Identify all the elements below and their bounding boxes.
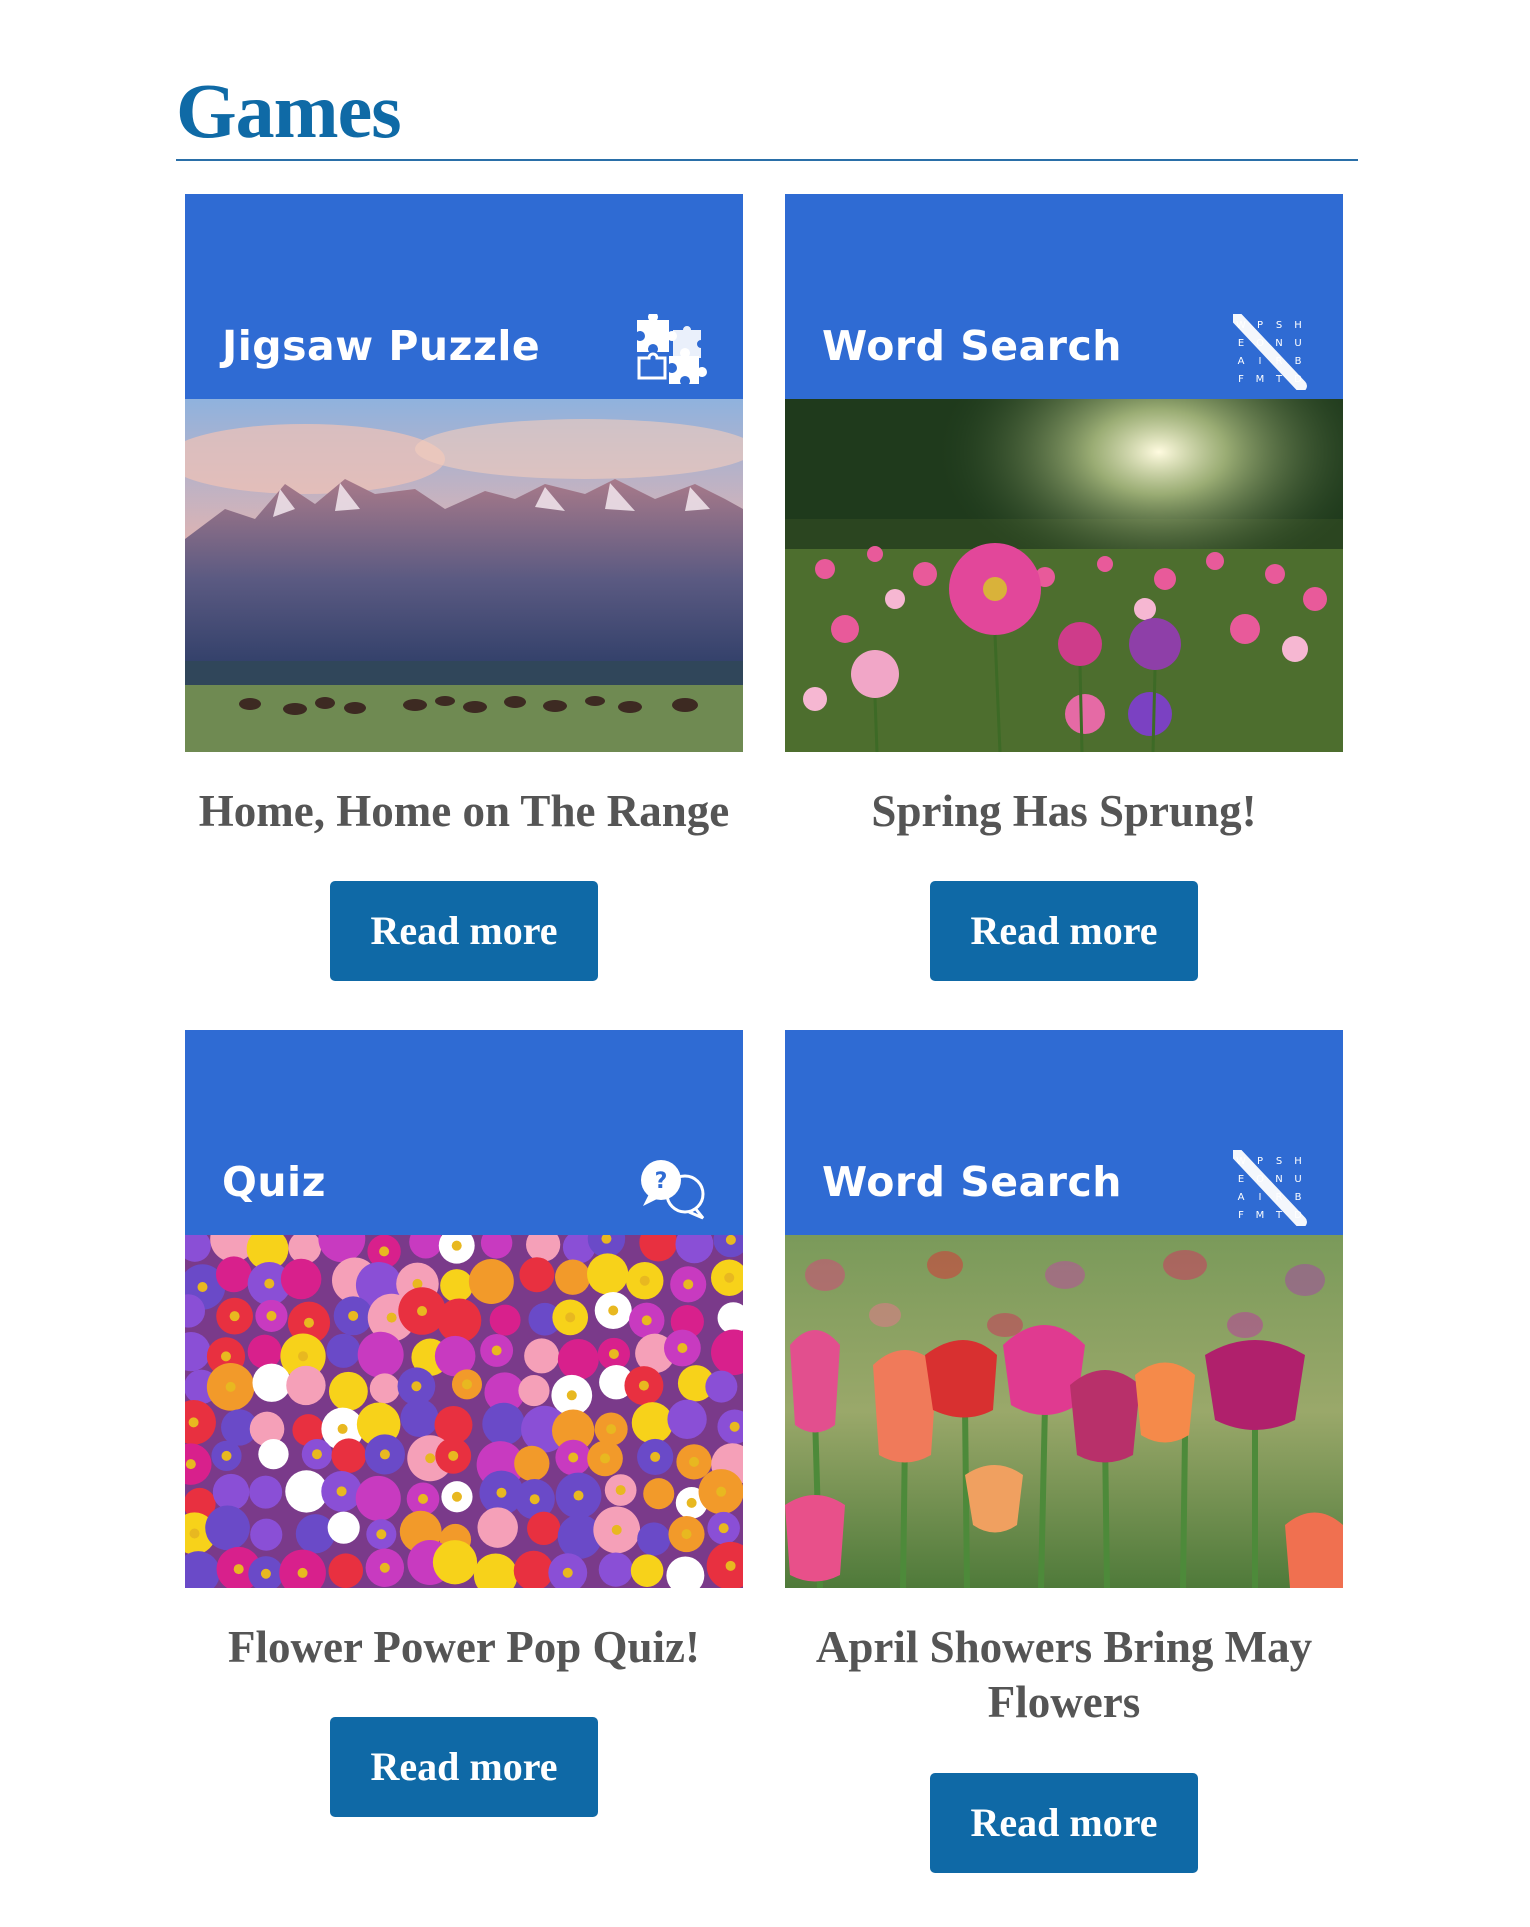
card-title[interactable]: Home, Home on The Range: [185, 784, 743, 839]
svg-text:F: F: [1238, 374, 1244, 385]
card-thumbnail[interactable]: Quiz ?: [185, 1030, 743, 1588]
category-banner: Quiz ?: [185, 1030, 743, 1235]
word-search-grid-icon: W P S H E O N U A I R B F M T D: [1233, 314, 1307, 390]
svg-text:N: N: [1275, 1174, 1282, 1185]
card-title[interactable]: April Showers Bring May Flowers: [785, 1620, 1343, 1731]
game-card-quiz: Quiz ? Flower Power Pop Quiz! Read more: [185, 1030, 743, 1818]
mountain-range-with-bison-photo: [185, 399, 743, 752]
read-more-button[interactable]: Read more: [330, 881, 598, 982]
svg-text:H: H: [1294, 320, 1302, 331]
category-banner: Jigsaw Puzzle: [185, 194, 743, 399]
svg-text:?: ?: [655, 1169, 668, 1194]
game-card-word-search-april: Word Search WP S H E ON U A I R B F MTD April Showe…: [785, 1030, 1343, 1873]
svg-text:I: I: [1259, 356, 1262, 367]
card-thumbnail[interactable]: Word Search WP S H E ON U A I R B F MTD: [785, 194, 1343, 752]
category-label: Quiz: [222, 1158, 326, 1206]
svg-text:E: E: [1238, 1174, 1244, 1185]
game-card-jigsaw: Jigsaw Puzzle Home, Home on The Range Re…: [185, 194, 743, 982]
svg-text:S: S: [1276, 320, 1282, 331]
svg-text:E: E: [1238, 338, 1244, 349]
svg-text:P: P: [1257, 1156, 1263, 1167]
svg-text:F: F: [1238, 1210, 1244, 1221]
card-title[interactable]: Flower Power Pop Quiz!: [185, 1620, 743, 1675]
quiz-speech-bubbles-icon: ?: [641, 1160, 705, 1220]
svg-text:U: U: [1294, 1174, 1301, 1185]
svg-text:R: R: [1276, 1192, 1283, 1203]
svg-text:A: A: [1238, 356, 1245, 367]
category-label: Word Search: [822, 1158, 1122, 1206]
cosmos-flower-field-photo: [785, 399, 1343, 752]
svg-text:M: M: [1256, 374, 1265, 385]
svg-text:D: D: [1294, 1210, 1302, 1221]
word-search-grid-icon: W P S H E O N U A I R B F M T D: [1233, 1150, 1307, 1226]
title-divider: [176, 159, 1358, 161]
svg-text:T: T: [1275, 1210, 1283, 1221]
svg-text:A: A: [1238, 1192, 1245, 1203]
svg-text:U: U: [1294, 338, 1301, 349]
category-banner: Word Search WP S H E ON U A I R B F MTD: [785, 194, 1343, 399]
svg-text:R: R: [1276, 356, 1283, 367]
svg-text:B: B: [1295, 356, 1302, 367]
category-banner: Word Search WP S H E ON U A I R B F MTD: [785, 1030, 1343, 1235]
colorful-flower-mosaic-photo: [185, 1235, 743, 1588]
read-more-button[interactable]: Read more: [930, 881, 1198, 982]
svg-text:O: O: [1256, 338, 1264, 349]
read-more-button[interactable]: Read more: [330, 1717, 598, 1818]
game-card-word-search-spring: Word Search WP S H E ON U A I R B F MTD Spring Has …: [785, 194, 1343, 982]
card-thumbnail[interactable]: Word Search WP S H E ON U A I R B F MTD: [785, 1030, 1343, 1588]
svg-text:D: D: [1294, 374, 1302, 385]
svg-text:B: B: [1295, 1192, 1302, 1203]
svg-text:H: H: [1294, 1156, 1302, 1167]
svg-text:S: S: [1276, 1156, 1282, 1167]
card-thumbnail[interactable]: Jigsaw Puzzle: [185, 194, 743, 752]
svg-text:O: O: [1256, 1174, 1264, 1185]
svg-text:M: M: [1256, 1210, 1265, 1221]
tulip-field-photo: [785, 1235, 1343, 1588]
svg-text:W: W: [1236, 320, 1246, 331]
svg-text:I: I: [1259, 1192, 1262, 1203]
card-title[interactable]: Spring Has Sprung!: [785, 784, 1343, 839]
category-label: Word Search: [822, 322, 1122, 370]
category-label: Jigsaw Puzzle: [222, 322, 541, 370]
read-more-button[interactable]: Read more: [930, 1772, 1198, 1873]
svg-text:N: N: [1275, 338, 1282, 349]
svg-text:W: W: [1236, 1156, 1246, 1167]
svg-text:T: T: [1275, 374, 1283, 385]
svg-text:P: P: [1257, 320, 1263, 331]
puzzle-pieces-icon: [637, 314, 707, 384]
section-title: Games: [176, 67, 402, 154]
